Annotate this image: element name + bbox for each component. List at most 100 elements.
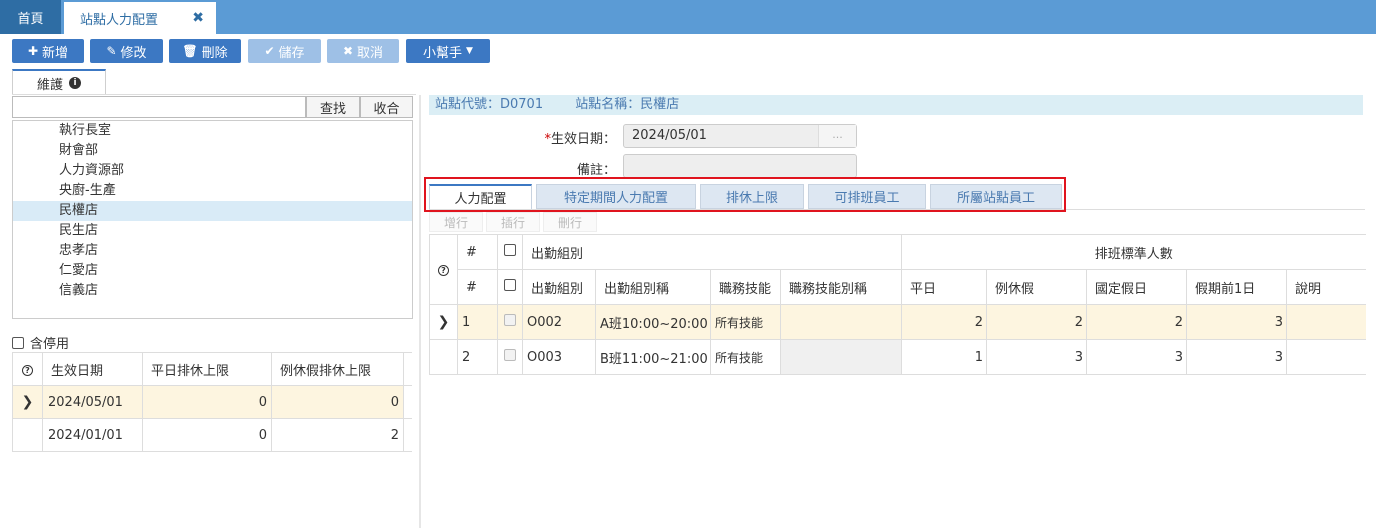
cell-date[interactable]: 2024/05/01 <box>42 385 143 419</box>
tree-item[interactable]: 民生店 <box>13 221 412 241</box>
column-header[interactable]: 出勤組別稱 <box>595 269 711 305</box>
x-icon: ✖ <box>342 44 354 58</box>
group-header-standard-count: 排班標準人數 <box>901 234 1366 270</box>
cell-shift-code[interactable]: O003 <box>522 339 596 375</box>
cancel-button[interactable]: ✖ 取消 <box>327 39 399 63</box>
top-tab-bar: 首頁 站點人力配置 ✖ <box>0 0 1376 34</box>
add-button[interactable]: ✚ 新增 <box>12 39 84 63</box>
table-row[interactable]: 2024/01/01 0 2 <box>12 418 412 452</box>
column-header[interactable]: 生效日期 <box>42 352 143 386</box>
tab-home[interactable]: 首頁 <box>0 0 61 34</box>
tab-maintenance[interactable]: 維護 i <box>12 69 106 95</box>
cell-note[interactable] <box>1286 304 1366 340</box>
tree-item[interactable]: 財會部 <box>13 141 412 161</box>
tree-item[interactable]: 人力資源部 <box>13 161 412 181</box>
tab-station-staffing[interactable]: 站點人力配置 ✖ <box>64 2 216 34</box>
cell-weekday-limit[interactable]: 0 <box>142 385 272 419</box>
column-header[interactable]: 平日 <box>901 269 987 305</box>
column-header[interactable]: 假期前1日 <box>1186 269 1287 305</box>
cell-before-holiday[interactable]: 3 <box>1186 304 1287 340</box>
date-picker-button[interactable]: ... <box>818 125 856 147</box>
cell-holiday-limit[interactable]: 0 <box>271 385 404 419</box>
helper-dropdown-button[interactable]: 小幫手 ▼ <box>406 39 490 63</box>
delete-row-button[interactable]: 刪行 <box>543 212 597 232</box>
column-header[interactable]: 例休假排休上限 <box>271 352 404 386</box>
grid-group-header-row: ? # 出勤組別 排班標準人數 <box>429 234 1366 305</box>
tree-item[interactable]: 仁愛店 <box>13 261 412 281</box>
station-tree: 執行長室 財會部 人力資源部 央廚-生產 民權店 民生店 忠孝店 仁愛店 信義店 <box>12 120 413 319</box>
effective-date-label: *生效日期： <box>544 132 616 147</box>
close-icon[interactable]: ✖ <box>192 10 204 26</box>
cell-shift-name[interactable]: B班11:00~21:00 <box>595 339 711 375</box>
table-row[interactable]: ❯ 1 O002 A班10:00~20:00 所有技能 2 2 2 3 <box>429 304 1366 340</box>
column-header[interactable]: 出勤組別 <box>522 269 596 305</box>
effective-date-field[interactable]: 2024/05/01 ... <box>623 124 857 148</box>
select-all-checkbox[interactable] <box>497 269 523 305</box>
panel-splitter[interactable] <box>419 95 421 528</box>
station-name: 站點名稱：民權店 <box>575 97 680 112</box>
station-info-bar: 站點代號：D0701 站點名稱：民權店 <box>429 95 1363 115</box>
tree-item[interactable]: 執行長室 <box>13 121 412 141</box>
row-checkbox[interactable] <box>497 339 523 375</box>
delete-button[interactable]: 🗑 刪除 <box>169 39 241 63</box>
staffing-grid: ? # 出勤組別 排班標準人數 # 出勤組別 出勤組別稱 職務技能 職務技能別稱… <box>429 234 1366 375</box>
insert-row-button[interactable]: 插行 <box>486 212 540 232</box>
cell-spacer <box>403 385 412 419</box>
cell-row-number: 2 <box>457 339 498 375</box>
cell-national[interactable]: 3 <box>1086 339 1187 375</box>
column-header[interactable]: 國定假日 <box>1086 269 1187 305</box>
cell-skill-alias[interactable] <box>780 304 902 340</box>
include-disabled-toggle[interactable]: 含停用 <box>12 333 69 352</box>
find-button[interactable]: 查找 <box>306 96 360 118</box>
effective-date-value: 2024/05/01 <box>632 128 707 143</box>
collapse-button[interactable]: 收合 <box>360 96 413 118</box>
cell-weekday[interactable]: 2 <box>901 304 987 340</box>
cell-date[interactable]: 2024/01/01 <box>42 418 143 452</box>
save-button[interactable]: ✔ 儲存 <box>248 39 321 63</box>
tree-item[interactable]: 央廚-生產 <box>13 181 412 201</box>
include-disabled-label: 含停用 <box>30 337 70 352</box>
cell-weekday[interactable]: 1 <box>901 339 987 375</box>
cell-weekday-limit[interactable]: 0 <box>142 418 272 452</box>
cell-note[interactable] <box>1286 339 1366 375</box>
note-field[interactable] <box>623 154 857 178</box>
column-header[interactable]: 說明 <box>1286 269 1366 305</box>
table-header-row: ? 生效日期 平日排休上限 例休假排休上限 <box>12 352 412 386</box>
table-row[interactable]: ❯ 2024/05/01 0 0 <box>12 385 412 419</box>
add-row-button[interactable]: 增行 <box>429 212 483 232</box>
column-header[interactable]: # <box>457 234 498 270</box>
info-icon: i <box>69 77 81 89</box>
plus-icon: ✚ <box>27 44 39 58</box>
cell-shift-code[interactable]: O002 <box>522 304 596 340</box>
grid-header-row: # 出勤組別 出勤組別稱 職務技能 職務技能別稱 平日 例休假 國定假日 假期前… <box>430 269 1366 305</box>
column-header[interactable]: 平日排休上限 <box>142 352 272 386</box>
column-header[interactable]: 例休假 <box>986 269 1087 305</box>
column-header[interactable]: # <box>457 269 498 305</box>
tree-item[interactable]: 信義店 <box>13 281 412 301</box>
select-all-checkbox[interactable] <box>497 234 523 270</box>
cell-skill[interactable]: 所有技能 <box>710 304 781 340</box>
cell-before-holiday[interactable]: 3 <box>1186 339 1287 375</box>
include-disabled-checkbox[interactable] <box>12 336 24 349</box>
edit-button[interactable]: ✎ 修改 <box>90 39 163 63</box>
column-header[interactable]: 職務技能 <box>710 269 781 305</box>
tree-search-input[interactable] <box>12 96 306 118</box>
cell-rest[interactable]: 2 <box>986 304 1087 340</box>
table-row[interactable]: 2 O003 B班11:00~21:00 所有技能 1 3 3 3 <box>429 339 1366 375</box>
cell-skill-alias[interactable] <box>780 339 902 375</box>
caret-down-icon: ▼ <box>466 46 473 56</box>
cell-rest[interactable]: 3 <box>986 339 1087 375</box>
tree-item[interactable]: 忠孝店 <box>13 241 412 261</box>
row-checkbox[interactable] <box>497 304 523 340</box>
cell-skill[interactable]: 所有技能 <box>710 339 781 375</box>
help-icon[interactable]: ? <box>12 352 43 386</box>
column-header[interactable]: 職務技能別稱 <box>780 269 902 305</box>
cell-national[interactable]: 2 <box>1086 304 1187 340</box>
row-pointer-icon: ❯ <box>429 304 458 340</box>
help-icon[interactable]: ? <box>429 234 458 305</box>
cell-shift-name[interactable]: A班10:00~20:00 <box>595 304 711 340</box>
column-header-spacer <box>403 352 412 386</box>
cell-holiday-limit[interactable]: 2 <box>271 418 404 452</box>
tree-item-selected[interactable]: 民權店 <box>13 201 412 221</box>
station-code: 站點代號：D0701 <box>435 97 544 112</box>
